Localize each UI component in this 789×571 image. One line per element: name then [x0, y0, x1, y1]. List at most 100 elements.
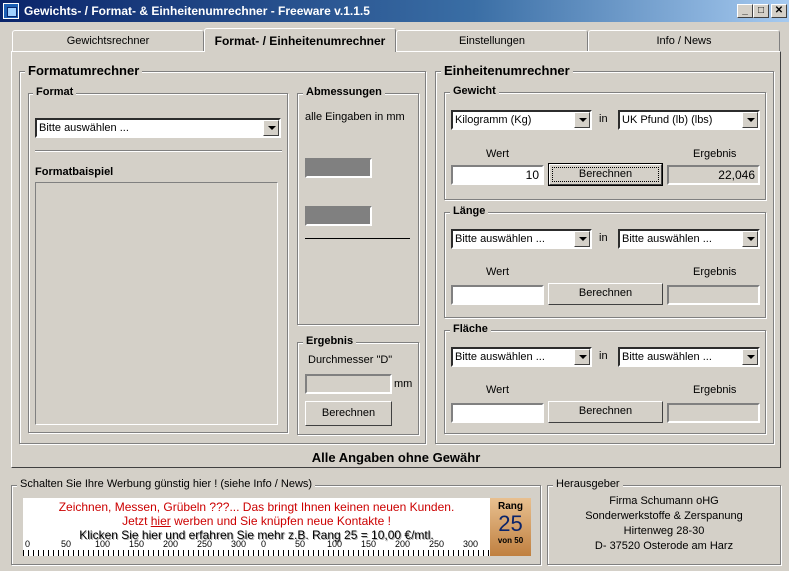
- chevron-down-icon[interactable]: [574, 112, 590, 128]
- ruler-label: 200: [163, 539, 179, 549]
- gewicht-wert-label: Wert: [486, 148, 510, 160]
- diameter-unit: mm: [394, 378, 413, 390]
- chevron-down-icon[interactable]: [742, 349, 758, 365]
- ruler-label: 300: [463, 539, 479, 549]
- laenge-wert-label: Wert: [486, 266, 510, 278]
- publisher-title: Herausgeber: [553, 478, 623, 490]
- gewicht-calculate-label: Berechnen: [552, 167, 659, 182]
- ruler-label: 100: [327, 539, 343, 549]
- ad-here-link[interactable]: hier: [151, 514, 171, 528]
- flaeche-in-label: in: [599, 350, 608, 362]
- ad-banner[interactable]: Zeichnen, Messen, Grübeln ???... Das bri…: [23, 498, 531, 556]
- ad-group-title: Schalten Sie Ihre Werbung günstig hier !…: [17, 478, 316, 490]
- ruler-label: 250: [429, 539, 445, 549]
- divider: [35, 150, 282, 152]
- diameter-label: Durchmesser "D": [308, 354, 393, 366]
- close-button[interactable]: ✕: [771, 4, 787, 18]
- gewicht-from-select[interactable]: Kilogramm (Kg): [451, 110, 592, 130]
- ad-line-2: Jetzt hier werben und Sie knüpfen neue K…: [23, 514, 490, 528]
- ergebnis-title: Ergebnis: [303, 335, 357, 347]
- chevron-down-icon[interactable]: [263, 120, 279, 136]
- dimensions-note: alle Eingaben in mm: [305, 111, 405, 123]
- ad-line-2-pre: Jetzt: [122, 514, 151, 528]
- gewicht-ergebnis-label: Ergebnis: [693, 148, 737, 160]
- format-example-label: Formatbaispiel: [35, 166, 114, 178]
- gewicht-value-input[interactable]: 10: [451, 165, 544, 185]
- gewicht-result: 22,046: [667, 165, 760, 185]
- gewicht-to-value: UK Pfund (lb) (lbs): [622, 114, 713, 126]
- laenge-calculate-button[interactable]: Berechnen: [548, 283, 663, 305]
- gewicht-title: Gewicht: [450, 85, 499, 97]
- dimension-input-2[interactable]: [305, 206, 372, 226]
- flaeche-ergebnis-label: Ergebnis: [693, 384, 737, 396]
- chevron-down-icon[interactable]: [574, 349, 590, 365]
- laenge-value-input[interactable]: [451, 285, 544, 305]
- ruler-label: 50: [61, 539, 72, 549]
- maximize-button[interactable]: □: [753, 4, 769, 18]
- laenge-in-label: in: [599, 232, 608, 244]
- chevron-down-icon[interactable]: [574, 231, 590, 247]
- laenge-title: Länge: [450, 205, 489, 217]
- ruler-label: 0: [261, 539, 267, 549]
- chevron-down-icon[interactable]: [742, 231, 758, 247]
- ruler-label: 150: [361, 539, 377, 549]
- ruler-label: 50: [295, 539, 306, 549]
- ruler-label: 100: [95, 539, 111, 549]
- flaeche-to-value: Bitte auswählen ...: [622, 351, 712, 363]
- laenge-result: [667, 285, 760, 305]
- ruler-label: 200: [395, 539, 411, 549]
- rang-badge: Rang 25 von 50: [490, 498, 531, 556]
- disclaimer: Alle Angaben ohne Gewähr: [311, 450, 481, 465]
- dimension-line: [305, 238, 410, 239]
- tab-info-news[interactable]: Info / News: [588, 30, 780, 51]
- publisher-line: Hirtenweg 28-30: [623, 525, 705, 537]
- gewicht-from-value: Kilogramm (Kg): [455, 114, 532, 126]
- abmessungen-title: Abmessungen: [303, 86, 385, 98]
- flaeche-wert-label: Wert: [486, 384, 510, 396]
- ruler-label: 150: [129, 539, 145, 549]
- ad-line-1: Zeichnen, Messen, Grübeln ???... Das bri…: [58, 500, 455, 514]
- diameter-result: [305, 374, 392, 394]
- rang-number: 25: [498, 511, 523, 536]
- gewicht-calculate-button[interactable]: Berechnen: [548, 163, 663, 186]
- rang-of: von 50: [497, 536, 524, 545]
- publisher-line: Sonderwerkstoffe & Zerspanung: [585, 510, 743, 522]
- flaeche-title: Fläche: [450, 323, 491, 335]
- laenge-to-select[interactable]: Bitte auswählen ...: [618, 229, 760, 249]
- tab-format-einheitenumrechner[interactable]: Format- / Einheitenumrechner: [204, 28, 396, 52]
- publisher-line: Firma Schumann oHG: [609, 495, 719, 507]
- tab-einstellungen[interactable]: Einstellungen: [396, 30, 588, 51]
- formatumrechner-title: Formatumrechner: [25, 63, 143, 78]
- ad-ruler-labels: 0 50 100 150 200 250 300 0 50 100 150 20…: [23, 539, 490, 549]
- flaeche-from-select[interactable]: Bitte auswählen ...: [451, 347, 592, 367]
- gewicht-in-label: in: [599, 113, 608, 125]
- publisher-line: D- 37520 Osterode am Harz: [594, 540, 734, 552]
- ruler-label: 0: [25, 539, 31, 549]
- flaeche-calculate-button[interactable]: Berechnen: [548, 401, 663, 423]
- chevron-down-icon[interactable]: [742, 112, 758, 128]
- app-icon[interactable]: [3, 3, 19, 19]
- dimension-input-1[interactable]: [305, 158, 372, 178]
- format-select[interactable]: Bitte auswählen ...: [35, 118, 281, 138]
- flaeche-value-input[interactable]: [451, 403, 544, 423]
- laenge-from-select[interactable]: Bitte auswählen ...: [451, 229, 592, 249]
- gewicht-to-select[interactable]: UK Pfund (lb) (lbs): [618, 110, 760, 130]
- einheitenumrechner-title: Einheitenumrechner: [441, 63, 573, 78]
- minimize-button[interactable]: _: [737, 4, 753, 18]
- format-select-value: Bitte auswählen ...: [39, 122, 129, 134]
- flaeche-to-select[interactable]: Bitte auswählen ...: [618, 347, 760, 367]
- format-example-preview: [35, 182, 278, 425]
- flaeche-result: [667, 403, 760, 423]
- laenge-from-value: Bitte auswählen ...: [455, 233, 545, 245]
- window-title: Gewichts- / Format- & Einheitenumrechner…: [24, 4, 370, 18]
- ad-line-2-post: werben und Sie knüpfen neue Kontakte !: [170, 514, 391, 528]
- laenge-ergebnis-label: Ergebnis: [693, 266, 737, 278]
- ruler-label: 300: [231, 539, 247, 549]
- flaeche-from-value: Bitte auswählen ...: [455, 351, 545, 363]
- title-bar[interactable]: Gewichts- / Format- & Einheitenumrechner…: [0, 0, 789, 22]
- format-group-title: Format: [33, 86, 77, 98]
- tab-gewichtsrechner[interactable]: Gewichtsrechner: [12, 30, 204, 51]
- publisher-address: Firma Schumann oHG Sonderwerkstoffe & Ze…: [547, 494, 781, 554]
- ruler-label: 250: [197, 539, 213, 549]
- format-calculate-button[interactable]: Berechnen: [305, 401, 392, 426]
